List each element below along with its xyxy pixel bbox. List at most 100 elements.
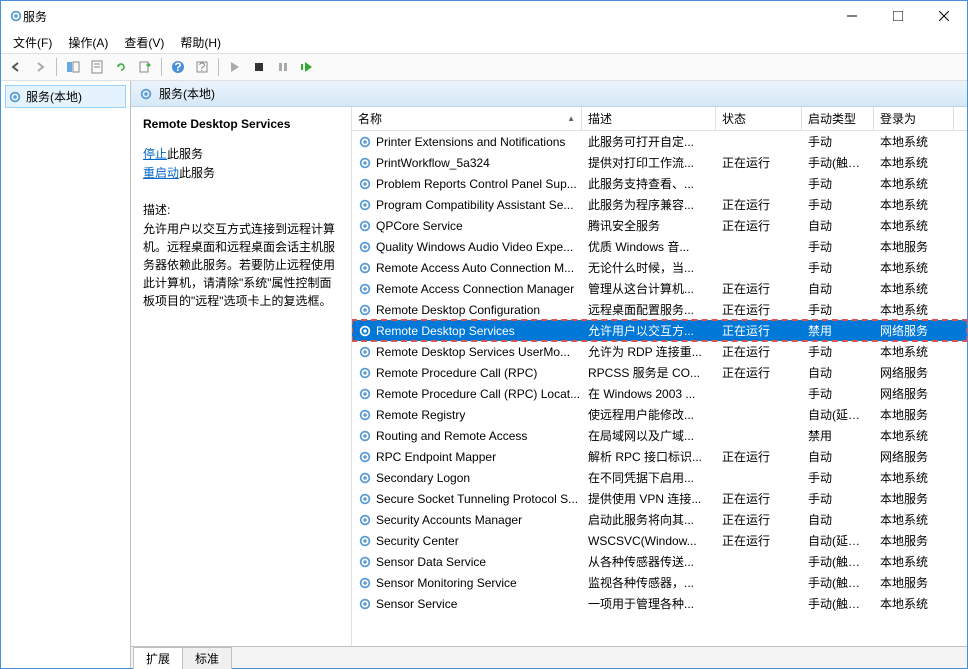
list-body[interactable]: Printer Extensions and Notifications此服务可… xyxy=(352,131,967,646)
service-desc: 启动此服务将向其... xyxy=(582,511,716,528)
service-row[interactable]: Remote Desktop Services UserMo...允许为 RDP… xyxy=(352,341,967,362)
service-icon xyxy=(358,555,372,569)
menubar: 文件(F) 操作(A) 查看(V) 帮助(H) xyxy=(1,31,967,53)
service-row[interactable]: Remote Access Connection Manager管理从这台计算机… xyxy=(352,278,967,299)
service-name: Secondary Logon xyxy=(376,471,470,485)
service-row[interactable]: Sensor Data Service从各种传感器传送...手动(触发...本地… xyxy=(352,551,967,572)
close-button[interactable] xyxy=(921,1,967,31)
service-logon: 本地系统 xyxy=(874,259,954,276)
service-logon: 网络服务 xyxy=(874,385,954,402)
service-name: Remote Desktop Services UserMo... xyxy=(376,345,570,359)
maximize-button[interactable] xyxy=(875,1,921,31)
service-icon xyxy=(358,408,372,422)
service-row[interactable]: Remote Desktop Services允许用户以交互方...正在运行禁用… xyxy=(352,320,967,341)
service-row[interactable]: Remote Procedure Call (RPC) Locat...在 Wi… xyxy=(352,383,967,404)
service-row[interactable]: Quality Windows Audio Video Expe...优质 Wi… xyxy=(352,236,967,257)
service-start: 自动(延迟... xyxy=(802,406,874,423)
service-logon: 本地系统 xyxy=(874,511,954,528)
service-icon xyxy=(358,429,372,443)
service-row[interactable]: QPCore Service腾讯安全服务正在运行自动本地系统 xyxy=(352,215,967,236)
service-status: 正在运行 xyxy=(716,280,802,297)
minimize-button[interactable] xyxy=(829,1,875,31)
col-desc[interactable]: 描述 xyxy=(582,107,716,130)
service-logon: 本地系统 xyxy=(874,469,954,486)
service-logon: 本地服务 xyxy=(874,406,954,423)
menu-view[interactable]: 查看(V) xyxy=(116,32,172,53)
service-logon: 本地系统 xyxy=(874,343,954,360)
service-name: Routing and Remote Access xyxy=(376,429,527,443)
service-start: 自动 xyxy=(802,280,874,297)
service-status: 正在运行 xyxy=(716,154,802,171)
properties-button[interactable] xyxy=(86,56,108,78)
start-button[interactable] xyxy=(224,56,246,78)
service-name: Secure Socket Tunneling Protocol S... xyxy=(376,492,578,506)
show-hide-button[interactable] xyxy=(62,56,84,78)
service-desc: 腾讯安全服务 xyxy=(582,217,716,234)
service-status: 正在运行 xyxy=(716,322,802,339)
col-status[interactable]: 状态 xyxy=(716,107,802,130)
service-row[interactable]: Remote Registry使远程用户能修改...自动(延迟...本地服务 xyxy=(352,404,967,425)
tab-extended[interactable]: 扩展 xyxy=(133,647,183,669)
export-button[interactable] xyxy=(134,56,156,78)
service-name: QPCore Service xyxy=(376,219,463,233)
service-row[interactable]: Remote Procedure Call (RPC)RPCSS 服务是 CO.… xyxy=(352,362,967,383)
service-icon xyxy=(358,219,372,233)
service-logon: 本地系统 xyxy=(874,595,954,612)
back-button[interactable] xyxy=(5,56,27,78)
service-row[interactable]: Problem Reports Control Panel Sup...此服务支… xyxy=(352,173,967,194)
menu-help[interactable]: 帮助(H) xyxy=(172,32,229,53)
service-name: Sensor Monitoring Service xyxy=(376,576,517,590)
col-logon[interactable]: 登录为 xyxy=(874,107,954,130)
service-name: Quality Windows Audio Video Expe... xyxy=(376,240,573,254)
service-name: Remote Desktop Services xyxy=(376,324,515,338)
restart-link[interactable]: 重启动 xyxy=(143,166,179,180)
service-icon xyxy=(358,198,372,212)
col-start[interactable]: 启动类型 xyxy=(802,107,874,130)
service-status: 正在运行 xyxy=(716,448,802,465)
service-status: 正在运行 xyxy=(716,364,802,381)
service-name: Security Accounts Manager xyxy=(376,513,522,527)
service-row[interactable]: Secure Socket Tunneling Protocol S... 提供使… xyxy=(352,488,967,509)
service-logon: 网络服务 xyxy=(874,448,954,465)
tab-standard[interactable]: 标准 xyxy=(182,647,232,669)
service-desc: 提供使用 VPN 连接... xyxy=(582,490,716,507)
service-row[interactable]: Sensor Monitoring Service监视各种传感器，...手动(触… xyxy=(352,572,967,593)
pause-button[interactable] xyxy=(272,56,294,78)
restart-button[interactable] xyxy=(296,56,318,78)
service-desc: 此服务可打开自定... xyxy=(582,133,716,150)
stop-link[interactable]: 停止 xyxy=(143,147,167,161)
service-row[interactable]: Secondary Logon在不同凭据下启用...手动本地系统 xyxy=(352,467,967,488)
desc-label: 描述: xyxy=(143,201,339,218)
service-logon: 本地系统 xyxy=(874,553,954,570)
help-button[interactable]: ? xyxy=(167,56,189,78)
service-row[interactable]: Security Accounts Manager启动此服务将向其...正在运行… xyxy=(352,509,967,530)
menu-action[interactable]: 操作(A) xyxy=(60,32,116,53)
service-row[interactable]: Sensor Service一项用于管理各种...手动(触发...本地系统 xyxy=(352,593,967,614)
service-logon: 本地系统 xyxy=(874,301,954,318)
service-row[interactable]: Remote Access Auto Connection M...无论什么时候… xyxy=(352,257,967,278)
refresh-button[interactable] xyxy=(110,56,132,78)
service-start: 自动 xyxy=(802,448,874,465)
service-row[interactable]: Program Compatibility Assistant Se...此服务… xyxy=(352,194,967,215)
service-start: 手动 xyxy=(802,343,874,360)
service-icon xyxy=(358,282,372,296)
titlebar: 服务 xyxy=(1,1,967,31)
service-status: 正在运行 xyxy=(716,301,802,318)
col-name[interactable]: 名称▲ xyxy=(352,107,582,130)
menu-file[interactable]: 文件(F) xyxy=(5,32,60,53)
forward-button[interactable] xyxy=(29,56,51,78)
service-icon xyxy=(358,492,372,506)
stop-button[interactable] xyxy=(248,56,270,78)
service-row[interactable]: PrintWorkflow_5a324提供对打印工作流...正在运行手动(触发.… xyxy=(352,152,967,173)
service-row[interactable]: Routing and Remote Access在局域网以及广域...禁用本地… xyxy=(352,425,967,446)
help2-button[interactable]: ? xyxy=(191,56,213,78)
svg-text:?: ? xyxy=(174,60,181,74)
tree-root[interactable]: 服务(本地) xyxy=(5,85,126,108)
service-row[interactable]: Remote Desktop Configuration远程桌面配置服务...正… xyxy=(352,299,967,320)
service-logon: 本地系统 xyxy=(874,427,954,444)
service-row[interactable]: RPC Endpoint Mapper解析 RPC 接口标识...正在运行自动网… xyxy=(352,446,967,467)
service-row[interactable]: Printer Extensions and Notifications此服务可… xyxy=(352,131,967,152)
service-row[interactable]: Security CenterWSCSVC(Window...正在运行自动(延迟… xyxy=(352,530,967,551)
service-desc: 管理从这台计算机... xyxy=(582,280,716,297)
service-desc: 提供对打印工作流... xyxy=(582,154,716,171)
